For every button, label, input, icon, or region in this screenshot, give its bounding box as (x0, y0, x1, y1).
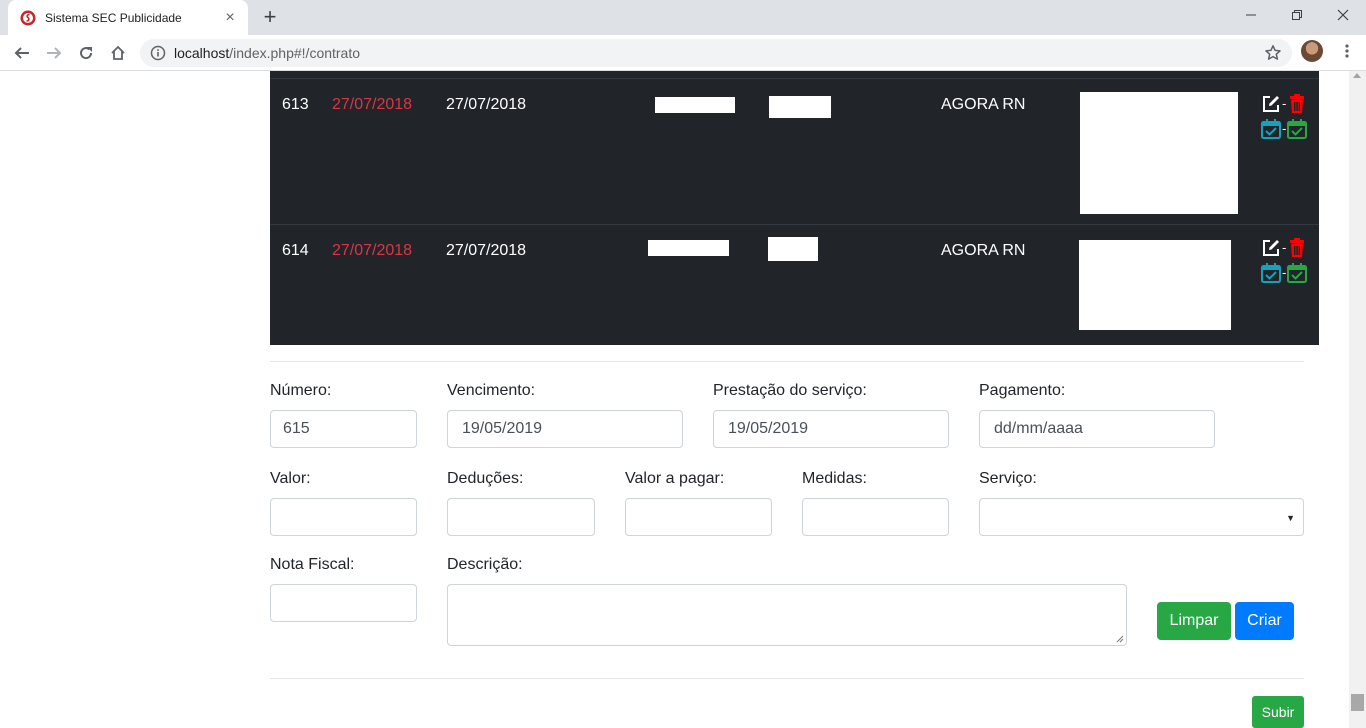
section-divider (270, 361, 1304, 362)
vencimento-date-field[interactable]: 19/05/2019 (447, 410, 683, 448)
browser-toolbar: localhost/index.php#!/contrato (0, 35, 1366, 71)
scroll-up-arrow-icon[interactable] (1353, 73, 1361, 78)
servico-select[interactable]: ▼ (979, 498, 1304, 536)
servico-label: Serviço: (979, 470, 1037, 487)
subir-button[interactable]: Subir (1252, 696, 1304, 728)
edit-icon[interactable] (1260, 93, 1282, 115)
url-text: localhost/index.php#!/contrato (174, 45, 360, 61)
criar-button[interactable]: Criar (1235, 602, 1294, 640)
row-prestacao: 27/07/2018 (446, 242, 527, 259)
minimize-window-icon[interactable] (1228, 0, 1274, 30)
nota-fiscal-field[interactable] (270, 584, 417, 622)
browser-tab-strip: Sistema SEC Publicidade × + (0, 0, 1366, 35)
limpar-button[interactable]: Limpar (1157, 602, 1231, 640)
profile-avatar[interactable] (1301, 40, 1323, 62)
numero-value: 615 (283, 420, 310, 437)
redacted-image (1079, 240, 1231, 330)
table-row: 613 27/07/2018 27/07/2018 AGORA RN - - (270, 79, 1319, 224)
pagamento-label: Pagamento: (979, 382, 1066, 399)
prestacao-date-field[interactable]: 19/05/2019 (713, 410, 949, 448)
page-scrollbar[interactable] (1349, 71, 1366, 728)
site-info-icon[interactable] (150, 45, 166, 61)
calendar-check-blue-icon[interactable] (1260, 262, 1282, 284)
descricao-textarea[interactable] (447, 584, 1127, 646)
row-number: 614 (282, 242, 309, 259)
prestacao-value: 19/05/2019 (728, 420, 809, 437)
redacted-block (648, 240, 729, 256)
back-icon[interactable] (8, 39, 36, 67)
delete-trash-icon[interactable] (1286, 237, 1308, 259)
tab-title: Sistema SEC Publicidade (45, 10, 182, 25)
dropdown-arrow-icon: ▼ (1286, 513, 1295, 523)
redacted-block (769, 96, 831, 118)
deducoes-field[interactable] (447, 498, 595, 536)
url-path: /index.php#!/contrato (229, 45, 361, 61)
row-actions: - - (1260, 235, 1308, 285)
descricao-label: Descrição: (447, 556, 523, 573)
valor-label: Valor: (270, 470, 311, 487)
row-cliente: AGORA RN (941, 242, 1026, 259)
bookmark-star-icon[interactable] (1264, 44, 1282, 62)
prestacao-label: Prestação do serviço: (713, 382, 867, 399)
row-number: 613 (282, 96, 309, 113)
restore-window-icon[interactable] (1274, 0, 1320, 30)
vencimento-label: Vencimento: (447, 382, 536, 399)
page-viewport: 613 27/07/2018 27/07/2018 AGORA RN - - 6… (0, 71, 1349, 728)
forward-icon[interactable] (40, 39, 68, 67)
row-vencimento: 27/07/2018 (332, 96, 413, 113)
valor-field[interactable] (270, 498, 417, 536)
home-icon[interactable] (104, 39, 132, 67)
redacted-block (768, 237, 818, 261)
contracts-table: 613 27/07/2018 27/07/2018 AGORA RN - - 6… (270, 71, 1319, 345)
calendar-check-green-icon[interactable] (1286, 262, 1308, 284)
resize-handle-icon[interactable] (1116, 635, 1124, 643)
tab-close-icon[interactable]: × (222, 9, 238, 26)
edit-icon[interactable] (1260, 237, 1282, 259)
close-window-icon[interactable] (1320, 0, 1366, 30)
site-favicon-icon (20, 10, 36, 25)
medidas-field[interactable] (802, 498, 949, 536)
valor-pagar-label: Valor a pagar: (625, 470, 725, 487)
row-actions: - - (1260, 91, 1308, 141)
row-prestacao: 27/07/2018 (446, 96, 527, 113)
delete-trash-icon[interactable] (1286, 93, 1308, 115)
valor-pagar-field[interactable] (625, 498, 772, 536)
medidas-label: Medidas: (802, 470, 867, 487)
browser-tab[interactable]: Sistema SEC Publicidade × (8, 0, 248, 35)
deducoes-label: Deduções: (447, 470, 524, 487)
redacted-image (1080, 92, 1238, 214)
redacted-block (655, 97, 735, 113)
pagamento-placeholder: dd/mm/aaaa (994, 420, 1083, 437)
vencimento-value: 19/05/2019 (462, 420, 543, 437)
url-host: localhost (174, 45, 230, 61)
section-divider (270, 678, 1304, 679)
numero-field[interactable]: 615 (270, 410, 417, 448)
row-cliente: AGORA RN (941, 96, 1026, 113)
reload-icon[interactable] (72, 39, 100, 67)
calendar-check-green-icon[interactable] (1286, 118, 1308, 140)
pagamento-date-field[interactable]: dd/mm/aaaa (979, 410, 1215, 448)
new-tab-button[interactable]: + (258, 6, 282, 30)
address-bar[interactable]: localhost/index.php#!/contrato (140, 39, 1292, 67)
table-row: 614 27/07/2018 27/07/2018 AGORA RN - - (270, 224, 1319, 345)
calendar-check-blue-icon[interactable] (1260, 118, 1282, 140)
row-vencimento: 27/07/2018 (332, 242, 413, 259)
browser-menu-icon[interactable] (1339, 43, 1355, 59)
nota-fiscal-label: Nota Fiscal: (270, 556, 355, 573)
numero-label: Número: (270, 382, 332, 399)
scrollbar-thumb[interactable] (1351, 694, 1364, 711)
